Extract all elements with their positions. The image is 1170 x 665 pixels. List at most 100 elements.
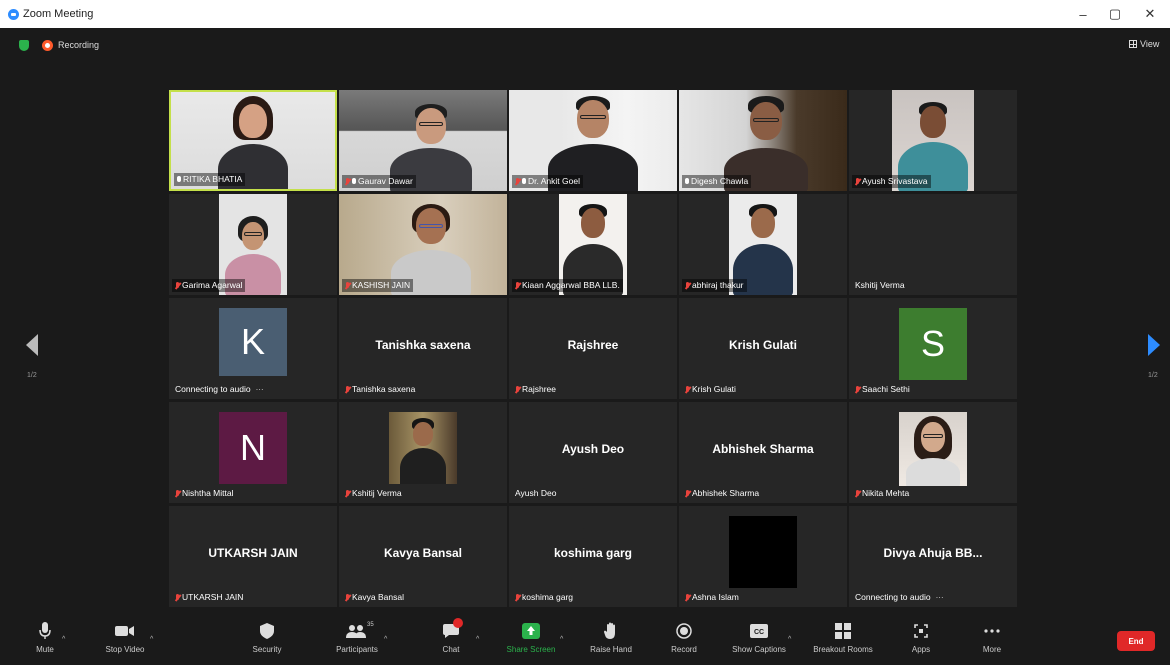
show-captions-button[interactable]: CC ^ Show Captions bbox=[724, 622, 794, 654]
participant-tile[interactable]: Rajshree Rajshree bbox=[509, 298, 677, 399]
title-bar: Zoom Meeting – ▢ ✕ bbox=[0, 0, 1170, 28]
participant-display-name: Rajshree bbox=[567, 338, 619, 352]
view-button[interactable]: View bbox=[1129, 39, 1159, 49]
participant-display-name: koshima garg bbox=[553, 546, 633, 560]
end-meeting-button[interactable]: End bbox=[1117, 631, 1155, 651]
stop-video-label: Stop Video bbox=[105, 645, 145, 654]
participant-name: KASHISH JAIN bbox=[352, 280, 411, 290]
prev-page-arrow-icon[interactable] bbox=[26, 334, 38, 356]
zoom-app-icon bbox=[8, 8, 19, 20]
breakout-rooms-button[interactable]: Breakout Rooms bbox=[808, 622, 878, 654]
record-icon bbox=[672, 622, 696, 640]
participant-tile[interactable]: K Connecting to audio ⋯ bbox=[169, 298, 337, 399]
participant-tile[interactable]: Dr. Ankit Goel bbox=[509, 90, 677, 191]
record-button[interactable]: Record bbox=[649, 622, 719, 654]
mic-muted-icon bbox=[685, 385, 690, 394]
participant-tile[interactable]: N Nishtha Mittal bbox=[169, 402, 337, 503]
participant-nameplate: Ayush Srivastava bbox=[852, 175, 931, 188]
chevron-up-icon[interactable]: ^ bbox=[62, 636, 65, 643]
more-label: More bbox=[982, 645, 1002, 654]
participant-tile[interactable]: Kshitij Verma bbox=[849, 194, 1017, 295]
participant-tile[interactable]: RITIKA BHATIA bbox=[169, 90, 337, 191]
mic-muted-icon bbox=[685, 593, 690, 602]
mic-muted-icon bbox=[515, 177, 520, 186]
close-button[interactable]: ✕ bbox=[1135, 0, 1165, 28]
participant-nameplate: abhiraj thakur bbox=[682, 279, 747, 292]
participant-name: Kavya Bansal bbox=[352, 592, 404, 602]
raise-hand-button[interactable]: Raise Hand bbox=[576, 622, 646, 654]
participant-tile[interactable]: Abhishek Sharma Abhishek Sharma bbox=[679, 402, 847, 503]
participant-tile[interactable]: UTKARSH JAIN UTKARSH JAIN bbox=[169, 506, 337, 607]
participant-tile[interactable]: Divya Ahuja BB... Connecting to audio ⋯ bbox=[849, 506, 1017, 607]
minimize-button[interactable]: – bbox=[1068, 0, 1098, 28]
share-screen-button[interactable]: ^ Share Screen bbox=[496, 622, 566, 654]
chat-notification-badge bbox=[453, 618, 463, 628]
participant-nameplate: Connecting to audio ⋯ bbox=[852, 591, 947, 604]
participant-video bbox=[389, 412, 457, 484]
apps-icon bbox=[909, 622, 933, 640]
participant-tile[interactable]: Ayush Srivastava bbox=[849, 90, 1017, 191]
participant-nameplate: KASHISH JAIN bbox=[342, 279, 414, 292]
participant-tile[interactable]: Kiaan Aggarwal BBA LLB. bbox=[509, 194, 677, 295]
participant-tile[interactable]: S Saachi Sethi bbox=[849, 298, 1017, 399]
mic-muted-icon bbox=[345, 177, 350, 186]
participant-display-name: Kavya Bansal bbox=[383, 546, 463, 560]
participant-tile[interactable]: Tanishka saxena Tanishka saxena bbox=[339, 298, 507, 399]
next-page-arrow-icon[interactable] bbox=[1148, 334, 1160, 356]
participant-nameplate: Krish Gulati bbox=[682, 383, 739, 396]
apps-button[interactable]: Apps bbox=[886, 622, 956, 654]
mic-muted-icon bbox=[175, 281, 180, 290]
participant-avatar: S bbox=[899, 308, 967, 380]
participant-nameplate: Nishtha Mittal bbox=[172, 487, 237, 500]
video-camera-icon bbox=[113, 622, 137, 640]
recording-label[interactable]: Recording bbox=[58, 40, 99, 50]
participant-name: Kshitij Verma bbox=[352, 488, 402, 498]
stop-video-button[interactable]: ^ Stop Video bbox=[90, 622, 160, 654]
participant-display-name: Divya Ahuja BB... bbox=[883, 546, 983, 560]
participant-tile[interactable]: Ayush Deo Ayush Deo bbox=[509, 402, 677, 503]
participant-video bbox=[899, 412, 967, 486]
participant-tile[interactable]: Kavya Bansal Kavya Bansal bbox=[339, 506, 507, 607]
participant-display-name: Abhishek Sharma bbox=[712, 442, 814, 456]
chat-button[interactable]: ^ Chat bbox=[416, 618, 486, 654]
participant-nameplate: Gaurav Dawar bbox=[342, 175, 416, 188]
participant-nameplate: Nikita Mehta bbox=[852, 487, 912, 500]
participant-tile[interactable]: Kshitij Verma bbox=[339, 402, 507, 503]
more-button[interactable]: More bbox=[957, 622, 1027, 654]
participant-tile[interactable]: koshima garg koshima garg bbox=[509, 506, 677, 607]
participant-nameplate: koshima garg bbox=[512, 591, 576, 604]
view-label: View bbox=[1140, 39, 1160, 49]
participant-nameplate: Tanishka saxena bbox=[342, 383, 418, 396]
participant-tile[interactable]: abhiraj thakur bbox=[679, 194, 847, 295]
participant-nameplate: Digesh Chawla bbox=[682, 175, 752, 188]
participant-name: Ayush Deo bbox=[515, 488, 557, 498]
encryption-shield-icon[interactable] bbox=[19, 40, 29, 51]
chevron-up-icon[interactable]: ^ bbox=[476, 636, 479, 643]
participant-nameplate: Ashna Islam bbox=[682, 591, 742, 604]
chevron-up-icon[interactable]: ^ bbox=[150, 636, 153, 643]
participant-tile[interactable]: Krish Gulati Krish Gulati bbox=[679, 298, 847, 399]
participant-tile[interactable]: Digesh Chawla bbox=[679, 90, 847, 191]
recording-icon[interactable] bbox=[42, 40, 53, 51]
security-button[interactable]: Security bbox=[232, 622, 302, 654]
security-label: Security bbox=[252, 645, 282, 654]
participant-nameplate: Ayush Deo bbox=[512, 487, 559, 500]
chevron-up-icon[interactable]: ^ bbox=[560, 636, 563, 643]
participant-tile[interactable]: Gaurav Dawar bbox=[339, 90, 507, 191]
chevron-up-icon[interactable]: ^ bbox=[788, 636, 791, 643]
raise-hand-label: Raise Hand bbox=[590, 645, 632, 654]
mute-button[interactable]: ^ Mute bbox=[10, 622, 80, 654]
maximize-button[interactable]: ▢ bbox=[1100, 0, 1130, 28]
participants-button[interactable]: 35 ^ Participants bbox=[322, 622, 392, 654]
chevron-up-icon[interactable]: ^ bbox=[384, 636, 387, 643]
participant-tile[interactable]: KASHISH JAIN bbox=[339, 194, 507, 295]
participant-tile[interactable]: Garima Agarwal bbox=[169, 194, 337, 295]
chat-icon bbox=[439, 618, 463, 640]
show-captions-label: Show Captions bbox=[732, 645, 786, 654]
participant-tile[interactable]: Nikita Mehta bbox=[849, 402, 1017, 503]
participant-nameplate: RITIKA BHATIA bbox=[174, 173, 246, 186]
participant-nameplate: UTKARSH JAIN bbox=[172, 591, 246, 604]
participant-tile[interactable]: Ashna Islam bbox=[679, 506, 847, 607]
participant-name: abhiraj thakur bbox=[692, 280, 744, 290]
mic-muted-icon bbox=[685, 489, 690, 498]
